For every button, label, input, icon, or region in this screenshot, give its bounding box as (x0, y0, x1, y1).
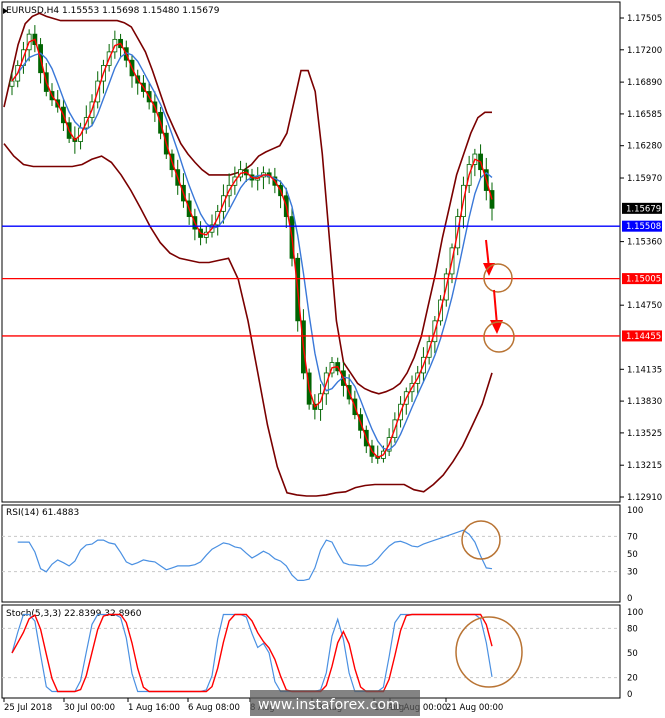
price-tick-label: 1.16585 (627, 110, 662, 120)
price-tick-label: 1.16890 (627, 78, 662, 88)
rsi-panel (1, 504, 621, 603)
level-label-1: 1.15508 (626, 222, 661, 232)
price-tick-label: 1.14135 (627, 365, 662, 375)
price-axis: 1.17505 1.17200 1.16890 1.16585 1.16280 1.159… (620, 14, 662, 503)
current-price-label: 1.15679 (626, 204, 661, 214)
level-label-3: 1.14455 (626, 332, 661, 342)
price-tick-label: 1.17200 (627, 46, 662, 56)
price-tick-label: 1.12910 (627, 493, 662, 503)
stoch-tick-label: 50 (627, 649, 638, 659)
price-tick-label: 1.17505 (627, 14, 662, 24)
rsi-tick-label: 50 (627, 550, 638, 560)
time-tick-label: 21 Aug 00:00 (446, 703, 503, 713)
price-tick-label: 1.14750 (627, 301, 662, 311)
rsi-tick-label: 100 (627, 506, 643, 516)
price-tick-label: 1.13830 (627, 397, 662, 407)
price-tick-label: 1.16280 (627, 142, 662, 152)
current-price-tag: 1.15679 (622, 202, 662, 214)
rsi-label: RSI(14) 61.4883 (6, 508, 79, 518)
rsi-tick-label: 0 (627, 594, 632, 604)
rsi-tick-label: 70 (627, 532, 638, 542)
time-tick-label: 1 Aug 16:00 (128, 703, 180, 713)
price-tick-label: 1.15360 (627, 238, 662, 248)
time-tick-label: 25 Jul 2018 (4, 703, 52, 713)
watermark-text: www.instaforex.com (258, 697, 400, 713)
stoch-tick-label: 0 (627, 690, 632, 700)
time-tick-label: 6 Aug 08:00 (188, 703, 240, 713)
price-tick-label: 1.13215 (627, 461, 662, 471)
level-label-2: 1.15005 (626, 275, 661, 285)
stoch-tick-label: 20 (627, 674, 638, 684)
price-tick-label: 1.13525 (627, 429, 662, 439)
price-tick-label: 1.15970 (627, 174, 662, 184)
trading-chart: EURUSD,H4 1.15553 1.15698 1.15480 1.1567… (1, 1, 662, 716)
time-tick-label: 30 Jul 00:00 (64, 703, 115, 713)
rsi-tick-label: 30 (627, 568, 638, 578)
stoch-tick-label: 100 (627, 608, 643, 618)
stoch-tick-label: 80 (627, 624, 638, 634)
candle-body (9, 80, 15, 87)
watermark: www.instaforex.com (250, 690, 420, 716)
